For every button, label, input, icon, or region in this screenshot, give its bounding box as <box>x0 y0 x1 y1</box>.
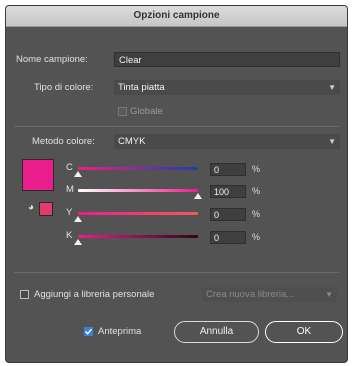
color-preview-swatch <box>22 159 54 191</box>
slider-thumb-c[interactable] <box>74 171 82 177</box>
slider-track-y[interactable] <box>78 212 198 215</box>
swatch-name-field[interactable]: Clear <box>114 52 340 67</box>
chevron-down-icon: ▼ <box>325 290 333 299</box>
slider-track-c[interactable] <box>78 167 198 170</box>
out-of-gamut-icon[interactable]: ◕ <box>28 202 34 213</box>
slider-track-m[interactable] <box>78 189 198 192</box>
swatch-name-label: Nome campione: <box>16 54 88 65</box>
color-mode-value: CMYK <box>118 136 146 147</box>
percent-unit: % <box>252 209 261 219</box>
slider-label-k: K <box>66 230 73 241</box>
ok-button[interactable]: OK <box>265 321 343 343</box>
percent-unit: % <box>252 186 261 196</box>
separator <box>14 272 339 273</box>
slider-value-m[interactable]: 100 <box>210 185 246 198</box>
chevron-down-icon: ▼ <box>328 137 336 146</box>
cancel-button[interactable]: Annulla <box>174 321 259 343</box>
color-type-select[interactable]: Tinta piatta ▼ <box>114 80 340 95</box>
percent-unit: % <box>252 164 261 174</box>
dialog-title: Opzioni campione <box>133 10 220 21</box>
global-label: Globale <box>130 106 163 117</box>
add-to-library-checkbox[interactable] <box>20 290 29 299</box>
slider-thumb-y[interactable] <box>74 216 82 222</box>
color-type-value: Tinta piatta <box>118 82 165 93</box>
add-to-library-label: Aggiungi a libreria personale <box>34 289 155 300</box>
color-type-label: Tipo di colore: <box>34 82 94 93</box>
slider-value-k[interactable]: 0 <box>210 231 246 244</box>
gamut-correction-swatch[interactable] <box>39 202 53 216</box>
preview-checkbox[interactable] <box>84 327 93 336</box>
percent-unit: % <box>252 232 261 242</box>
color-mode-select[interactable]: CMYK ▼ <box>114 134 340 149</box>
swatch-options-dialog: Opzioni campione Nome campione: Clear Ti… <box>6 6 347 362</box>
chevron-down-icon: ▼ <box>328 83 336 92</box>
checkmark-icon <box>84 328 93 335</box>
color-mode-label: Metodo colore: <box>32 136 95 147</box>
separator <box>14 126 339 127</box>
slider-label-c: C <box>66 162 73 173</box>
library-select-placeholder: Crea nuova libreria... <box>206 289 295 300</box>
global-checkbox[interactable] <box>118 107 127 116</box>
slider-track-k[interactable] <box>78 235 198 238</box>
title-bar[interactable]: Opzioni campione <box>6 6 347 27</box>
slider-value-c[interactable]: 0 <box>210 163 246 176</box>
preview-label: Anteprima <box>98 326 142 337</box>
slider-thumb-k[interactable] <box>74 239 82 245</box>
slider-thumb-m[interactable] <box>194 193 202 199</box>
slider-value-y[interactable]: 0 <box>210 208 246 221</box>
slider-label-m: M <box>66 184 74 195</box>
slider-label-y: Y <box>66 207 73 218</box>
library-select[interactable]: Crea nuova libreria... ▼ <box>202 287 337 302</box>
